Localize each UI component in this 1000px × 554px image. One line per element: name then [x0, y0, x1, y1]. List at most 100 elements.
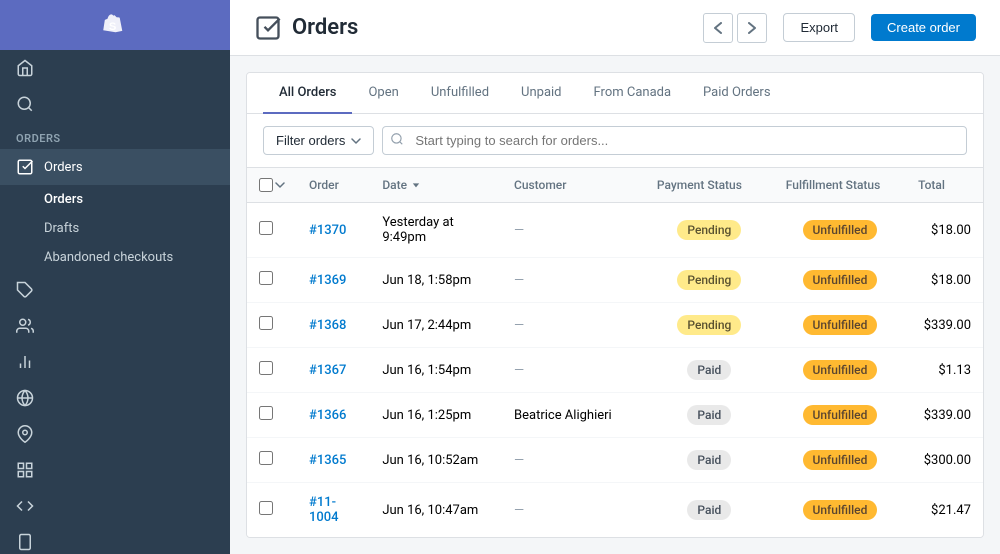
sidebar-item-apps[interactable] — [0, 452, 230, 488]
row-customer: — — [502, 258, 645, 303]
sidebar-item-code[interactable] — [0, 488, 230, 524]
header-navigation — [703, 13, 767, 43]
payment-badge: Paid — [687, 500, 731, 520]
table-row: #1366 Jun 16, 1:25pm Beatrice Alighieri … — [247, 393, 983, 438]
tab-unfulfilled[interactable]: Unfulfilled — [415, 73, 505, 114]
prev-button[interactable] — [703, 13, 733, 43]
row-total: $18.00 — [906, 258, 983, 303]
row-order-id: #1366 — [297, 393, 370, 438]
row-customer: — — [502, 303, 645, 348]
sidebar-item-location[interactable] — [0, 416, 230, 452]
col-header-fulfillment: Fulfillment Status — [774, 168, 906, 203]
row-date: Jun 16, 1:25pm — [370, 393, 502, 438]
mobile-icon — [16, 533, 34, 551]
row-order-id: #1367 — [297, 348, 370, 393]
sidebar-orders-label: Orders — [44, 160, 83, 175]
row-checkbox[interactable] — [259, 361, 273, 375]
row-fulfillment-status: Unfulfilled — [774, 438, 906, 483]
sidebar-sub-orders[interactable]: Orders — [0, 185, 230, 214]
orders-table-body: #1370 Yesterday at 9:49pm — Pending Unfu… — [247, 203, 983, 538]
filter-label: Filter orders — [276, 133, 345, 148]
row-date: Jun 16, 1:54pm — [370, 348, 502, 393]
row-total: $339.00 — [906, 393, 983, 438]
select-all-checkbox[interactable] — [259, 178, 273, 192]
table-row: #11-1004 Jun 16, 10:47am — Paid Unfulfil… — [247, 483, 983, 538]
fulfillment-badge: Unfulfilled — [803, 500, 878, 520]
tab-paid-orders[interactable]: Paid Orders — [687, 73, 787, 114]
search-box — [382, 126, 967, 155]
row-total: $300.00 — [906, 438, 983, 483]
row-order-id: #1368 — [297, 303, 370, 348]
row-checkbox[interactable] — [259, 406, 273, 420]
row-fulfillment-status: Unfulfilled — [774, 393, 906, 438]
row-customer: — — [502, 348, 645, 393]
orders-table: Order Date Customer Payment Status Fulfi… — [247, 168, 983, 537]
payment-badge: Paid — [687, 405, 731, 425]
row-fulfillment-status: Unfulfilled — [774, 203, 906, 258]
tab-from-canada[interactable]: From Canada — [578, 73, 688, 114]
row-payment-status: Pending — [645, 258, 774, 303]
row-checkbox[interactable] — [259, 316, 273, 330]
payment-badge: Paid — [687, 360, 731, 380]
select-all-chevron-icon[interactable] — [275, 182, 285, 188]
table-row: #1367 Jun 16, 1:54pm — Paid Unfulfilled … — [247, 348, 983, 393]
row-order-id: #11-1004 — [297, 483, 370, 538]
tab-open[interactable]: Open — [352, 73, 414, 114]
sidebar-item-mobile[interactable] — [0, 524, 230, 554]
content-area: All Orders Open Unfulfilled Unpaid From … — [230, 56, 1000, 554]
sidebar-item-home[interactable] — [0, 50, 230, 86]
sidebar-item-orders[interactable]: Orders — [0, 149, 230, 185]
order-link[interactable]: #1367 — [309, 363, 346, 378]
filter-button[interactable]: Filter orders — [263, 126, 374, 155]
orders-panel: All Orders Open Unfulfilled Unpaid From … — [246, 72, 984, 538]
tab-all-orders[interactable]: All Orders — [263, 73, 352, 114]
order-link[interactable]: #1368 — [309, 318, 346, 333]
search-input[interactable] — [382, 126, 967, 155]
order-link[interactable]: #1365 — [309, 453, 346, 468]
row-customer: — — [502, 438, 645, 483]
row-payment-status: Paid — [645, 393, 774, 438]
row-checkbox[interactable] — [259, 271, 273, 285]
date-sort-icon — [412, 181, 420, 189]
row-fulfillment-status: Unfulfilled — [774, 348, 906, 393]
row-date: Jun 17, 2:44pm — [370, 303, 502, 348]
sidebar-item-search[interactable] — [0, 86, 230, 122]
order-link[interactable]: #11-1004 — [309, 495, 339, 525]
col-header-total: Total — [906, 168, 983, 203]
tab-unpaid[interactable]: Unpaid — [505, 73, 577, 114]
main-content: Orders Export Create order All Orders Op… — [230, 0, 1000, 554]
row-payment-status: Paid — [645, 483, 774, 538]
sidebar-item-marketing[interactable] — [0, 380, 230, 416]
payment-badge: Paid — [687, 450, 731, 470]
col-header-payment: Payment Status — [645, 168, 774, 203]
export-button[interactable]: Export — [783, 13, 855, 42]
row-checkbox-cell — [247, 203, 297, 258]
row-order-id: #1365 — [297, 438, 370, 483]
home-icon — [16, 59, 34, 77]
sidebar-sub-drafts[interactable]: Drafts — [0, 214, 230, 243]
fulfillment-badge: Unfulfilled — [803, 270, 878, 290]
page-title: Orders — [292, 15, 358, 40]
col-header-date[interactable]: Date — [370, 168, 502, 203]
order-link[interactable]: #1366 — [309, 408, 346, 423]
orders-section-label: ORDERS — [0, 122, 230, 149]
next-button[interactable] — [737, 13, 767, 43]
sidebar-item-customers[interactable] — [0, 308, 230, 344]
sidebar-sub-abandoned[interactable]: Abandoned checkouts — [0, 243, 230, 272]
chevron-down-icon — [351, 138, 361, 144]
order-link[interactable]: #1369 — [309, 273, 346, 288]
analytics-icon — [16, 353, 34, 371]
row-payment-status: Paid — [645, 348, 774, 393]
row-checkbox[interactable] — [259, 221, 273, 235]
table-row: #1369 Jun 18, 1:58pm — Pending Unfulfill… — [247, 258, 983, 303]
fulfillment-badge: Unfulfilled — [803, 405, 878, 425]
sidebar-item-products[interactable] — [0, 272, 230, 308]
create-order-button[interactable]: Create order — [871, 14, 976, 41]
row-checkbox[interactable] — [259, 451, 273, 465]
order-link[interactable]: #1370 — [309, 223, 346, 238]
row-fulfillment-status: Unfulfilled — [774, 483, 906, 538]
sidebar-item-analytics[interactable] — [0, 344, 230, 380]
row-checkbox[interactable] — [259, 501, 273, 515]
row-date: Jun 16, 10:47am — [370, 483, 502, 538]
customers-icon — [16, 317, 34, 335]
